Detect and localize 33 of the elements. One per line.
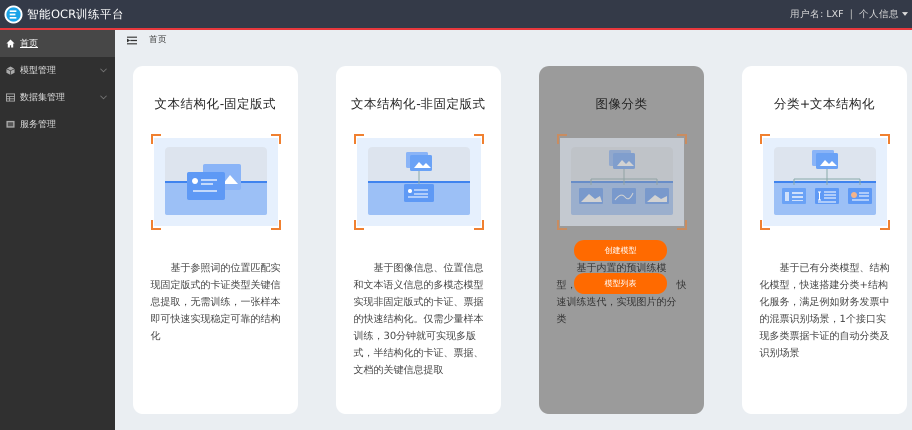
monitor-icon [6,120,15,129]
card-description: 型， [556,278,576,293]
sidebar-item[interactable]: 首页 [0,30,115,57]
card-description: 基于内置的预训练模 [576,262,666,276]
caret-icon [902,12,908,16]
cube-icon [6,66,15,75]
sidebar-item[interactable]: 服务管理 [0,111,115,138]
card-description: 基于图像信息、位置信息和文本语义信息的多模态模型实现非固定版式的卡证、票据的快速结构化。仅需少量样本训练，30分钟就可实现多版式，半结构化的卡证、票据、文档的关键信息提取 [354,262,484,378]
table-icon [6,93,15,102]
card-title: 文本结构化-非固定版式 [351,96,486,113]
home-icon [6,39,15,48]
breadcrumb-item[interactable]: 首页 [149,34,167,46]
app-title: 智能OCR训练平台 [27,6,124,22]
username-label: 用户名: LXF [790,8,844,20]
sidebar-item[interactable]: 数据集管理 [0,84,115,111]
card-description: 快 [676,278,686,293]
card-title: 文本结构化-固定版式 [154,96,276,113]
feature-card[interactable]: 文本结构化-固定版式 基于参照词的位置匹配实现固定版式的卡证类型关键信息提取，无需训练，一张样本即可快速实现稳定可靠的结构化 [133,66,298,414]
profile-menu[interactable]: 个人信息 [859,8,908,20]
menu-icon[interactable] [127,36,137,44]
card-description: 类 [556,312,566,327]
chevron-icon [100,68,107,73]
card-description: 基于已有分类模型、结构化模型，快速搭建分类+结构化服务，满足例如财务发票中的混票识别场景，1个接口实现多类票据卡证的自动分类及识别场景 [760,262,890,361]
card-description: 速训练迭代，实现图片的分 [556,296,676,310]
logo-icon [4,4,23,24]
feature-card[interactable]: 文本结构化-非固定版式 基于图像信息、位置信息和文本语义信息的多模态模型实现非固定版式的卡证、票据的快速结构化。仅需少量样本训练，30分钟就可实现多版式，半结构化的卡证、票据、文档的关键信息提取 [336,66,501,414]
card-title: 图像分类 [596,96,648,113]
chevron-icon [100,95,107,100]
card-title: 分类+文本结构化 [774,96,876,113]
card-description: 基于参照词的位置匹配实现固定版式的卡证类型关键信息提取，无需训练，一张样本即可快速实现稳定可靠的结构化 [150,262,280,344]
separator: | [850,8,853,20]
sidebar-item[interactable]: 模型管理 [0,57,115,84]
feature-card[interactable]: 分类+文本结构化 基于已有分类模型、结构化模型，快速搭建分类+结构化服务，满足例如财务发票中的混票识别场景，1个接口实现多类票据卡证的自动分类及识别场景 [742,66,907,414]
